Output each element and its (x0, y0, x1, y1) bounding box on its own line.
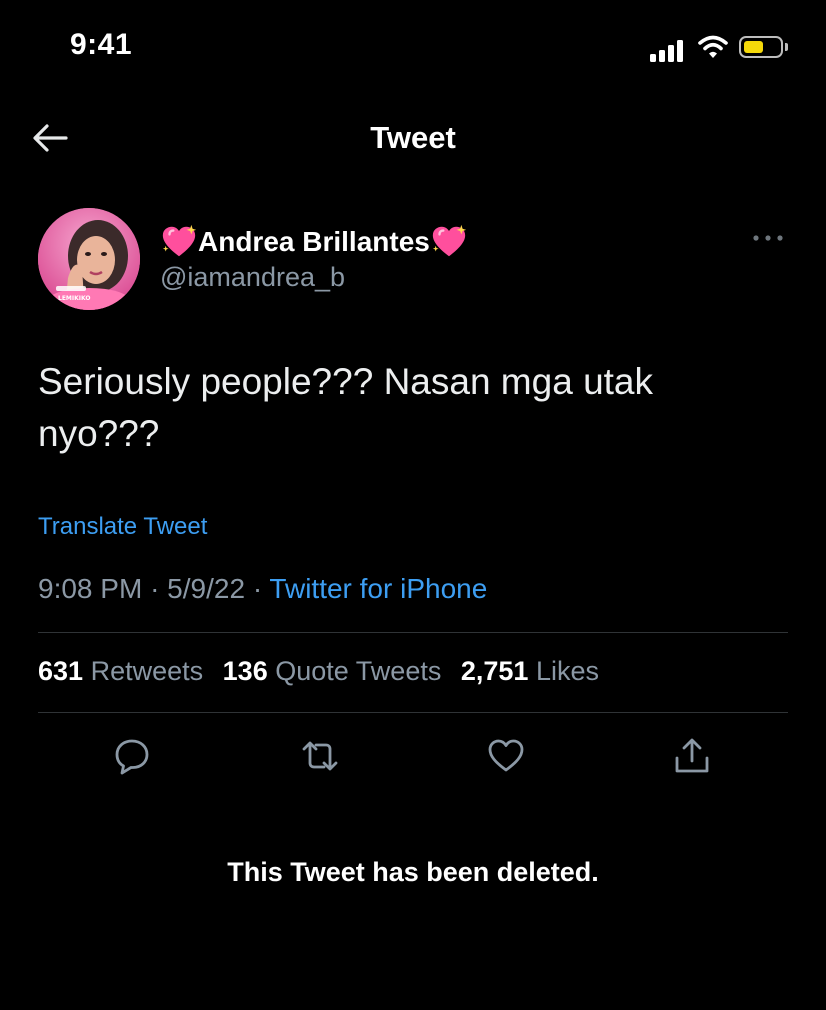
status-time: 9:41 (70, 28, 133, 61)
sparkling-heart-icon (162, 224, 197, 257)
share-icon[interactable] (672, 736, 712, 776)
sparkling-heart-icon (432, 224, 466, 257)
display-name-text: Andrea Brillantes (198, 226, 430, 257)
avatar-image: LEMIKIKO (38, 208, 140, 310)
battery-icon (739, 36, 783, 58)
quote-tweets-stat[interactable]: 136 Quote Tweets (223, 656, 442, 686)
likes-label: Likes (535, 656, 599, 686)
avatar-caption: LEMIKIKO (58, 295, 91, 302)
meta-separator: · (252, 573, 263, 604)
deleted-tweet-notice: This Tweet has been deleted. (227, 857, 599, 887)
status-icons (650, 34, 800, 64)
quotes-label: Quote Tweets (275, 656, 442, 686)
tweet-source-link[interactable]: Twitter for iPhone (269, 573, 487, 604)
battery-cap (785, 43, 788, 51)
quotes-count: 136 (222, 656, 268, 686)
display-name[interactable]: Andrea Brillantes (160, 222, 468, 262)
retweets-stat[interactable]: 631 Retweets (38, 656, 203, 686)
page-title: Tweet (370, 120, 456, 155)
tweet-stats: 631 Retweets 136 Quote Tweets 2,751 Like… (38, 656, 611, 687)
heart-icon[interactable] (486, 736, 526, 776)
retweets-label: Retweets (90, 656, 204, 686)
retweet-icon[interactable] (300, 736, 340, 776)
more-horizontal-icon[interactable] (750, 226, 786, 250)
likes-count: 2,751 (460, 656, 529, 686)
wifi-icon (698, 35, 728, 58)
translate-tweet-link[interactable]: Translate Tweet (38, 513, 207, 541)
divider (38, 632, 788, 633)
meta-separator: · (150, 573, 160, 604)
retweets-count: 631 (38, 656, 84, 686)
tweet-date: 5/9/22 (167, 573, 246, 604)
tweet-text: Seriously people??? Nasan mga utak nyo??… (38, 361, 653, 454)
avatar[interactable]: LEMIKIKO (38, 208, 140, 310)
battery-level (744, 41, 763, 53)
divider (38, 712, 788, 713)
user-handle[interactable]: @iamandrea_b (160, 262, 345, 293)
likes-stat[interactable]: 2,751 Likes (461, 656, 599, 686)
tweet-meta: 9:08 PM · 5/9/22 · Twitter for iPhone (38, 573, 487, 605)
reply-icon[interactable] (112, 736, 152, 776)
tweet-time: 9:08 PM (38, 573, 143, 604)
